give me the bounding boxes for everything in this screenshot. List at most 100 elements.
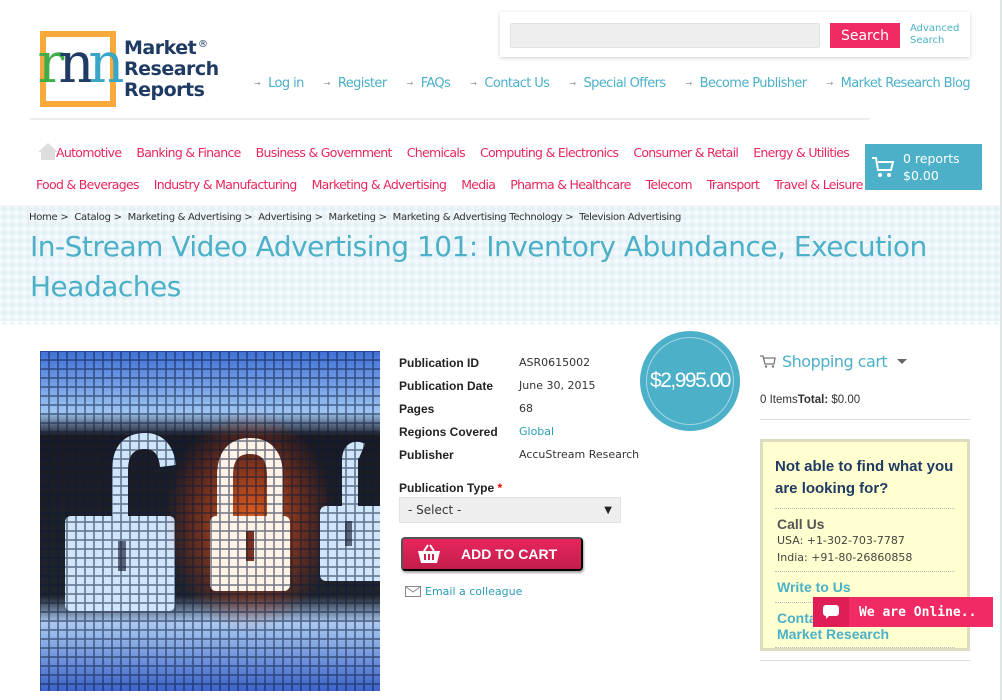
category-consumer-retail[interactable]: Consumer & Retail xyxy=(633,145,739,160)
top-link-faqs[interactable]: → FAQs xyxy=(407,76,451,91)
detail-value: ASR0615002 xyxy=(519,356,591,369)
shopping-cart-title: Shopping cart xyxy=(782,352,888,371)
top-link-login[interactable]: → Log in xyxy=(254,76,304,91)
price-badge: $2,995.00 xyxy=(640,331,740,431)
detail-label: Regions Covered xyxy=(399,424,498,439)
category-computing-electronics[interactable]: Computing & Electronics xyxy=(480,145,619,160)
breadcrumb-catalog[interactable]: Catalog xyxy=(74,212,111,223)
top-link-register[interactable]: → Register xyxy=(324,76,387,91)
category-row-2: Food & Beverages Industry & Manufacturin… xyxy=(36,173,863,195)
email-colleague-label: Email a colleague xyxy=(425,585,523,598)
write-to-us-link[interactable]: Write to Us xyxy=(777,579,851,595)
call-us-heading: Call Us xyxy=(777,516,825,532)
advanced-search-label-line1: Advanced xyxy=(910,23,960,34)
category-food-beverages[interactable]: Food & Beverages xyxy=(36,177,139,192)
cart-total-value: $0.00 xyxy=(831,394,861,406)
category-pharma-healthcare[interactable]: Pharma & Healthcare xyxy=(510,177,631,192)
breadcrumb: Home > Catalog > Marketing & Advertising > … xyxy=(29,212,681,223)
site-logo[interactable]: rnn Market Research Reports ® xyxy=(38,30,219,108)
header-divider xyxy=(30,118,870,120)
region-global-link[interactable]: Global xyxy=(519,425,554,438)
category-automotive[interactable]: Automotive xyxy=(56,145,122,160)
top-link-blog[interactable]: → Market Research Blog xyxy=(827,76,971,91)
cart-total-label: Total: xyxy=(797,394,829,406)
required-asterisk: * xyxy=(497,481,503,495)
arrow-icon: → xyxy=(406,79,414,88)
shopping-cart-toggle[interactable]: Shopping cart xyxy=(760,352,908,371)
category-marketing-advertising[interactable]: Marketing & Advertising xyxy=(312,177,447,192)
category-travel-leisure[interactable]: Travel & Leisure xyxy=(774,177,863,192)
category-telecom[interactable]: Telecom xyxy=(646,177,693,192)
category-banking-finance[interactable]: Banking & Finance xyxy=(136,145,241,160)
basket-icon xyxy=(418,544,440,563)
breadcrumb-marketing[interactable]: Marketing xyxy=(329,212,376,223)
breadcrumb-marketing-advertising-technology[interactable]: Marketing & Advertising Technology xyxy=(393,212,563,223)
top-link-label: Market Research Blog xyxy=(840,76,971,91)
dropdown-arrow-icon: ▼ xyxy=(604,504,612,516)
detail-label: Publication ID xyxy=(399,355,480,370)
top-link-contact-us[interactable]: → Contact Us xyxy=(470,76,550,91)
sidebar-divider xyxy=(760,419,970,420)
category-nav: Automotive Banking & Finance Business & … xyxy=(36,141,863,205)
detail-row-publication-date: Publication Date June 30, 2015 xyxy=(399,374,639,397)
add-to-cart-label: ADD TO CART xyxy=(461,546,558,562)
category-energy-utilities[interactable]: Energy & Utilities xyxy=(753,145,850,160)
top-link-label: FAQs xyxy=(420,76,451,91)
title-band: Home > Catalog > Marketing & Advertising > … xyxy=(0,205,1002,325)
detail-label: Publication Date xyxy=(399,378,494,393)
breadcrumb-home[interactable]: Home xyxy=(29,212,58,223)
advanced-search-label-line2: Search xyxy=(910,35,945,46)
category-media[interactable]: Media xyxy=(461,177,496,192)
padlock-image-icon xyxy=(40,351,380,691)
price-value: $2,995.00 xyxy=(650,369,731,392)
top-link-special-offers[interactable]: → Special Offers xyxy=(569,76,666,91)
usa-phone: USA: +1-302-703-7787 xyxy=(777,534,905,547)
category-transport[interactable]: Transport xyxy=(707,177,760,192)
breadcrumb-separator: > xyxy=(60,212,69,223)
category-industry-manufacturing[interactable]: Industry & Manufacturing xyxy=(154,177,298,192)
add-to-cart-button[interactable]: ADD TO CART xyxy=(401,537,583,571)
search-panel: Search Advanced Search xyxy=(500,12,970,57)
advanced-search-link[interactable]: Advanced Search xyxy=(910,23,959,47)
product-details: Publication ID ASR0615002 Publication Da… xyxy=(399,351,639,466)
breadcrumb-separator: > xyxy=(113,212,122,223)
arrow-icon: → xyxy=(323,79,331,88)
caret-down-icon xyxy=(897,359,908,364)
top-links: → Log in → Register → FAQs → Contact Us → Spe… xyxy=(254,76,971,91)
detail-label: Pages xyxy=(399,401,435,416)
cart-report-count: 0 reports xyxy=(903,151,960,166)
shopping-cart-icon xyxy=(760,355,776,368)
cart-total: $0.00 xyxy=(903,168,939,183)
shopping-cart-summary: 0 ItemsTotal: $0.00 xyxy=(760,394,860,406)
chat-label: We are Online.. xyxy=(859,604,977,620)
india-phone: India: +91-80-26860858 xyxy=(777,551,913,564)
top-link-become-publisher[interactable]: → Become Publisher xyxy=(686,76,808,91)
logo-wordmark: Market Research Reports ® xyxy=(124,37,219,101)
arrow-icon: → xyxy=(254,79,261,88)
breadcrumb-marketing-advertising[interactable]: Marketing & Advertising xyxy=(128,212,242,223)
live-chat-widget[interactable]: We are Online.. xyxy=(813,597,993,627)
arrow-icon: → xyxy=(569,79,576,88)
sidebar-bottom-divider xyxy=(760,660,970,661)
header-cart-button[interactable]: 0 reports $0.00 xyxy=(865,144,982,190)
breadcrumb-separator: > xyxy=(565,212,574,223)
chat-bubble-icon xyxy=(813,597,849,627)
breadcrumb-advertising[interactable]: Advertising xyxy=(258,212,312,223)
cart-items-count: 0 Items xyxy=(760,394,798,406)
search-input[interactable] xyxy=(510,23,820,48)
top-link-label: Register xyxy=(337,76,387,91)
category-chemicals[interactable]: Chemicals xyxy=(407,145,466,160)
product-image xyxy=(40,351,380,691)
publication-type-select[interactable]: - Select - ▼ xyxy=(399,497,621,523)
detail-row-regions: Regions Covered Global xyxy=(399,420,639,443)
top-link-label: Become Publisher xyxy=(699,76,808,91)
search-button[interactable]: Search xyxy=(830,23,900,48)
breadcrumb-television-advertising[interactable]: Television Advertising xyxy=(579,212,681,223)
publication-type-label-text: Publication Type xyxy=(399,481,495,495)
email-colleague-link[interactable]: Email a colleague xyxy=(405,585,522,598)
logo-line-research: Research xyxy=(124,57,219,80)
detail-label: Publisher xyxy=(399,447,454,462)
breadcrumb-separator: > xyxy=(244,212,253,223)
category-business-government[interactable]: Business & Government xyxy=(256,145,393,160)
top-link-label: Special Offers xyxy=(583,76,666,91)
